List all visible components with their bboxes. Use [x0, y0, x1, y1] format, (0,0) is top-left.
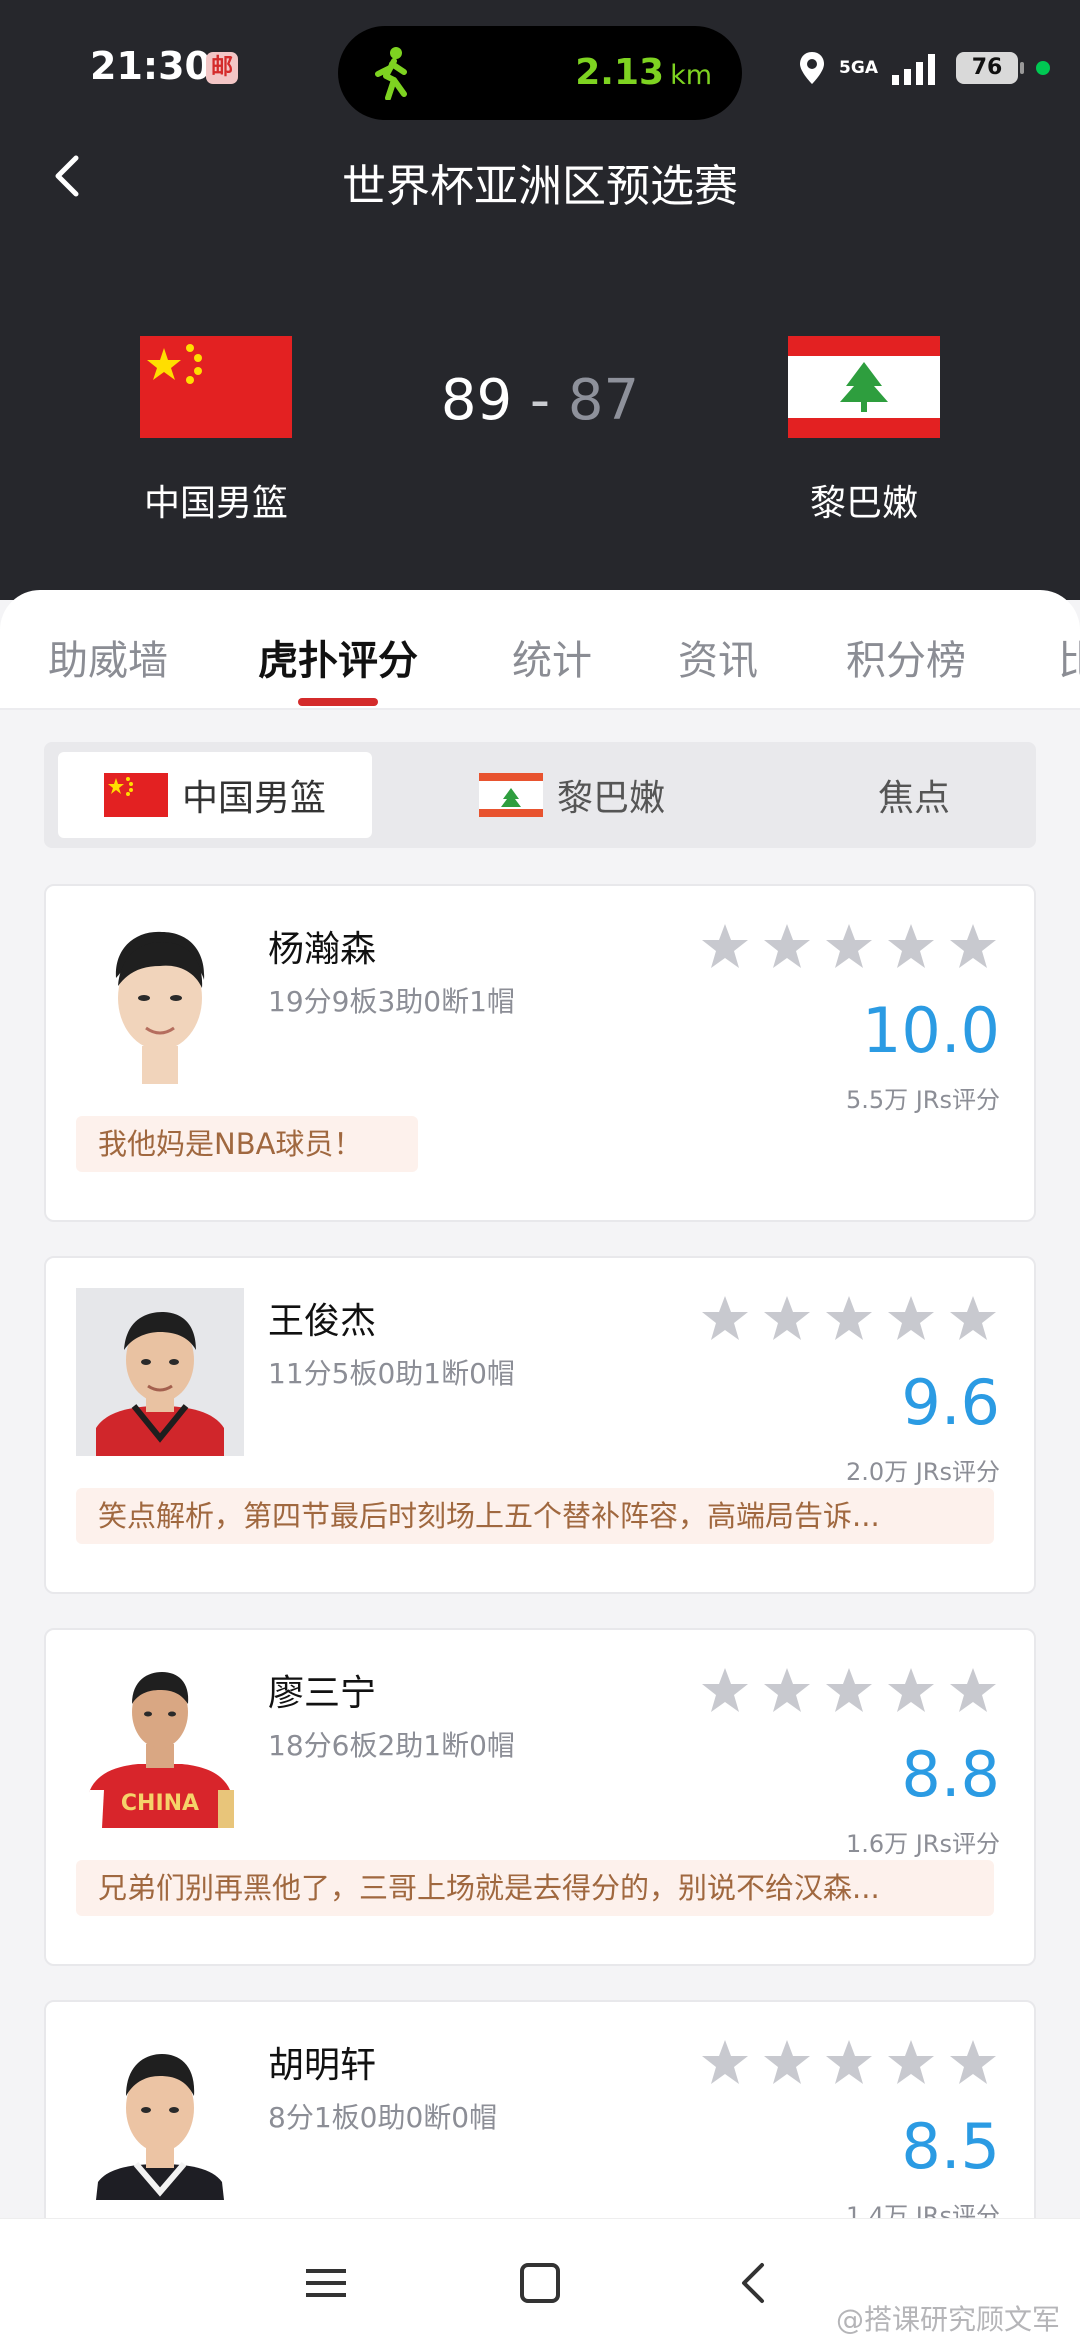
china-flag-icon [103, 773, 168, 817]
team-segment-control: 中国男篮 黎巴嫩 焦点 [44, 742, 1036, 848]
player-name: 廖三宁 [268, 1673, 377, 1714]
activity-island[interactable]: 2.13 km [338, 26, 742, 120]
tab-news[interactable]: 资讯 [678, 628, 758, 686]
star-icon[interactable] [886, 922, 936, 972]
lebanon-flag-icon [478, 773, 543, 817]
player-stats: 18分6板2助1断0帽 [268, 1729, 515, 1762]
player-photo-icon [96, 1312, 224, 1456]
player-stats: 11分5板0助1断0帽 [268, 1357, 515, 1390]
rating-votes: 1.6万 JRs评分 [845, 1830, 1000, 1858]
star-icon[interactable] [948, 1666, 998, 1716]
star-rating[interactable] [700, 2038, 998, 2088]
signal-icon [892, 54, 935, 85]
segment-focus[interactable]: 焦点 [784, 752, 1044, 838]
star-icon[interactable] [824, 1294, 874, 1344]
jersey-text: CHINA [121, 1791, 199, 1816]
watermark: @搭课研究顾文军 [835, 2303, 1060, 2336]
tab-stats[interactable]: 统计 [512, 628, 592, 686]
distance-value: 2.13 [575, 52, 665, 93]
network-type: 5GA [839, 57, 878, 78]
mail-icon: 邮 [206, 52, 238, 84]
star-icon[interactable] [948, 2038, 998, 2088]
star-icon[interactable] [700, 2038, 750, 2088]
tab-bar: 助威墙 虎扑评分 统计 资讯 积分榜 比 [0, 590, 1080, 710]
distance-unit: km [670, 60, 712, 91]
segment-home-team[interactable]: 中国男篮 [58, 752, 372, 838]
distance-readout: 2.13 km [575, 52, 712, 93]
tab-hupu-rating[interactable]: 虎扑评分 [258, 628, 418, 686]
player-rating: 10.0 [861, 994, 1000, 1067]
location-icon [800, 52, 825, 84]
player-stats: 19分9板3助0断1帽 [268, 985, 515, 1018]
player-avatar [76, 1288, 244, 1456]
score-separator: - [529, 368, 551, 433]
status-time: 21:30 [90, 44, 211, 88]
home-score: 89 [440, 368, 513, 433]
segment-away-label: 黎巴嫩 [556, 778, 665, 819]
player-name: 胡明轩 [268, 2045, 377, 2086]
player-photo-icon [115, 931, 205, 1084]
star-icon[interactable] [762, 2038, 812, 2088]
player-photo-icon: CHINA [86, 1672, 234, 1828]
back-icon[interactable] [724, 2253, 784, 2313]
star-icon[interactable] [824, 1666, 874, 1716]
rating-votes: 2.0万 JRs评分 [845, 1458, 1000, 1486]
player-card[interactable]: 王俊杰 11分5板0助1断0帽 9.6 2.0万 JRs评分 笑点解析，第四节最… [44, 1256, 1036, 1594]
top-comment[interactable]: 我他妈是NBA球员！ [76, 1116, 418, 1172]
active-tab-indicator [298, 698, 378, 706]
privacy-indicator [1036, 61, 1050, 75]
star-icon[interactable] [762, 1666, 812, 1716]
star-icon[interactable] [886, 1294, 936, 1344]
star-icon[interactable] [948, 1294, 998, 1344]
star-icon[interactable] [700, 1666, 750, 1716]
player-name: 杨瀚森 [268, 929, 377, 970]
star-icon[interactable] [824, 922, 874, 972]
star-rating[interactable] [700, 922, 998, 972]
star-icon[interactable] [700, 922, 750, 972]
player-card[interactable]: CHINA 廖三宁 18分6板2助1断0帽 8.8 1.6万 JRs评分 兄弟们… [44, 1628, 1036, 1966]
star-icon[interactable] [762, 1294, 812, 1344]
top-comment[interactable]: 兄弟们别再黑他了，三哥上场就是去得分的，别说不给汉森... [76, 1860, 994, 1916]
player-rating: 9.6 [901, 1366, 1000, 1439]
mini-cedar-icon [500, 788, 521, 807]
player-avatar [76, 916, 244, 1084]
segment-away-team[interactable]: 黎巴嫩 [442, 752, 702, 838]
star-rating[interactable] [700, 1666, 998, 1716]
china-stars-icon [107, 777, 133, 796]
player-avatar [76, 2032, 244, 2200]
page-title: 世界杯亚洲区预选赛 [342, 161, 738, 212]
star-icon[interactable] [886, 1666, 936, 1716]
player-avatar: CHINA [76, 1660, 244, 1828]
rating-votes: 5.5万 JRs评分 [845, 1086, 1000, 1114]
tab-standings[interactable]: 积分榜 [846, 628, 966, 686]
tab-cheer-wall[interactable]: 助威墙 [48, 628, 168, 686]
cedar-icon [840, 362, 888, 412]
status-icons: 5GA 76 [797, 48, 1050, 88]
lebanon-flag[interactable] [788, 336, 940, 438]
walking-icon [375, 47, 407, 100]
player-rating: 8.8 [901, 1738, 1000, 1811]
home-icon[interactable] [510, 2253, 570, 2313]
away-team-name: 黎巴嫩 [809, 483, 918, 524]
star-icon[interactable] [824, 2038, 874, 2088]
home-team-name: 中国男篮 [143, 483, 288, 524]
player-photo-icon [96, 2054, 224, 2200]
player-card[interactable]: 杨瀚森 19分9板3助0断1帽 10.0 5.5万 JRs评分 我他妈是NBA球… [44, 884, 1036, 1222]
menu-icon[interactable] [296, 2253, 356, 2313]
tab-more[interactable]: 比 [1058, 628, 1080, 686]
top-comment[interactable]: 笑点解析，第四节最后时刻场上五个替补阵容，高端局告诉... [76, 1488, 994, 1544]
match-header: 21:30 邮 2.13 km 5GA 76 世界杯亚洲区预选赛 89 - 87… [0, 0, 1080, 600]
star-icon[interactable] [886, 2038, 936, 2088]
star-icon[interactable] [762, 922, 812, 972]
star-rating[interactable] [700, 1294, 998, 1344]
battery-icon: 76 [956, 52, 1024, 84]
player-stats: 8分1板0助0断0帽 [268, 2101, 498, 2134]
segment-home-label: 中国男篮 [181, 778, 326, 819]
player-rating: 8.5 [901, 2110, 1000, 2183]
star-icon[interactable] [948, 922, 998, 972]
away-score: 87 [567, 368, 640, 433]
player-name: 王俊杰 [268, 1301, 377, 1342]
star-icon[interactable] [700, 1294, 750, 1344]
status-bar: 21:30 邮 2.13 km 5GA 76 [0, 0, 1080, 140]
